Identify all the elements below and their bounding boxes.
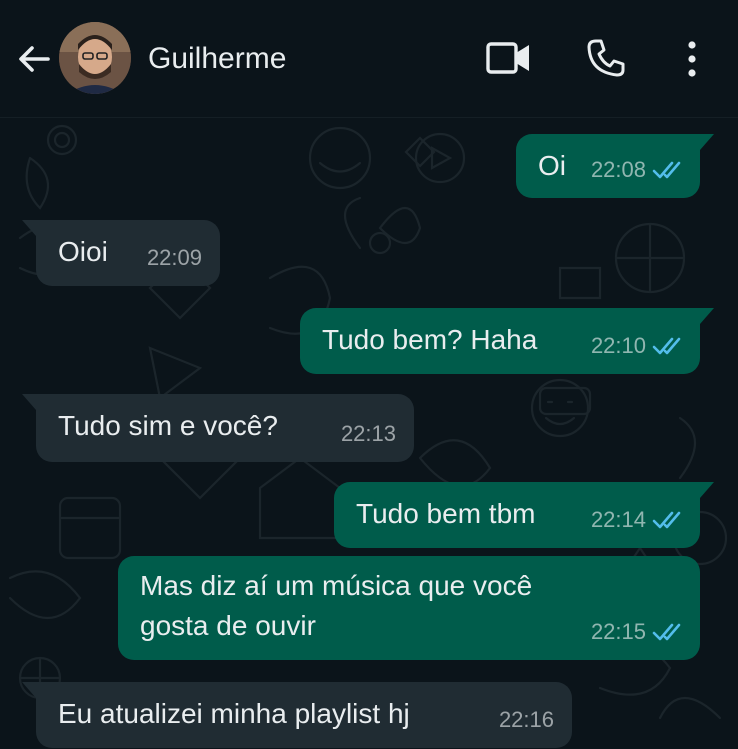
phone-icon[interactable] [586,38,626,78]
message-time: 22:16 [498,707,554,732]
message-bubble-outgoing[interactable]: Tudo bem? Haha 22:10 [300,308,714,374]
double-check-icon [652,337,681,355]
message-time: 22:08 [590,157,646,182]
message-text-line: Mas diz aí um música que você [140,570,533,601]
avatar[interactable] [59,22,131,94]
message-text-line: gosta de ouvir [140,610,316,641]
message-bubble-incoming[interactable]: Oioi 22:09 [22,220,220,286]
message-text: Oioi [58,236,108,267]
message-meta: 22:10 [591,326,686,366]
message-meta: 22:13 [341,414,396,454]
message-time: 22:13 [340,421,396,446]
message-text: Tudo bem? Haha [322,324,538,355]
chat-area[interactable]: Oi 22:08 Oioi 22:09 Tudo bem? Haha 22:10… [0,118,738,749]
chat-header: Guilherme [0,0,738,118]
message-bubble-outgoing[interactable]: Oi 22:08 [516,134,714,198]
double-check-icon [652,161,681,179]
message-bubble-incoming[interactable]: Eu atualizei minha playlist hj 22:16 [22,682,572,748]
message-meta: 22:15 [591,612,686,652]
message-meta: 22:14 [591,500,686,540]
message-meta: 22:09 [147,238,202,278]
message-meta: 22:08 [591,150,686,190]
message-text: Tudo bem tbm [356,498,536,529]
video-camera-icon[interactable] [486,40,532,76]
message-bubble-incoming[interactable]: Tudo sim e você? 22:13 [22,394,414,462]
arrow-left-icon[interactable] [14,40,52,78]
double-check-icon [652,623,681,641]
message-text: Oi [538,150,566,181]
message-bubble-outgoing[interactable]: Tudo bem tbm 22:14 [334,482,714,548]
contact-name[interactable]: Guilherme [148,42,286,76]
message-meta: 22:16 [499,700,554,740]
message-time: 22:09 [146,245,202,270]
double-check-icon [652,511,681,529]
message-text: Eu atualizei minha playlist hj [58,698,410,729]
avatar-photo [59,22,131,94]
message-time: 22:15 [590,619,646,644]
message-time: 22:14 [590,507,646,532]
more-vertical-icon[interactable] [684,40,700,78]
message-time: 22:10 [590,333,646,358]
message-text: Tudo sim e você? [58,410,278,441]
message-bubble-outgoing[interactable]: Mas diz aí um música que você gosta de o… [118,556,700,660]
